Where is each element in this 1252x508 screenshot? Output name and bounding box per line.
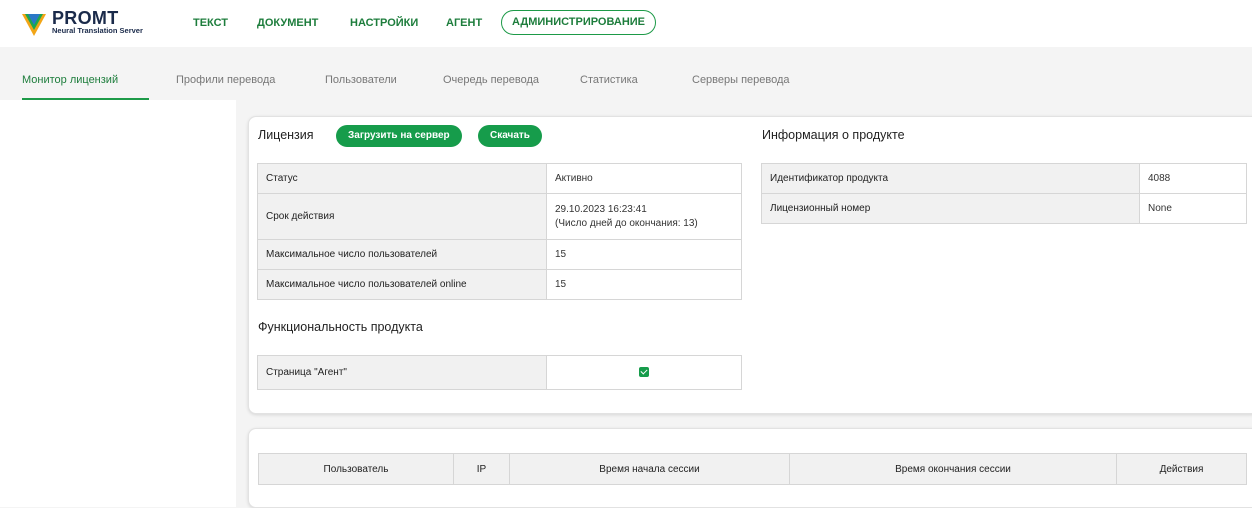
product-info-value: None [1139,193,1247,224]
sessions-header-row: Пользователь IP Время начала сессии Врем… [258,453,1247,485]
product-info-row: Лицензионный номер None [761,193,1247,224]
functionality-table: Страница "Агент" [257,355,742,390]
nav-text[interactable]: ТЕКСТ [193,10,228,36]
brand-subtitle: Neural Translation Server [52,26,143,35]
nav-agent[interactable]: АГЕНТ [446,10,482,36]
nav-administration[interactable]: АДМИНИСТРИРОВАНИЕ [501,10,657,35]
nav-document[interactable]: ДОКУМЕНТ [257,10,318,36]
functionality-row: Страница "Агент" [257,355,742,390]
functionality-title: Функциональность продукта [258,320,423,334]
license-key: Статус [257,163,547,194]
functionality-value [546,355,742,390]
sessions-card: Пользователь IP Время начала сессии Врем… [248,428,1252,508]
functionality-key: Страница "Агент" [257,355,547,390]
product-info-key: Идентификатор продукта [761,163,1140,194]
license-key: Максимальное число пользователей [257,239,547,270]
product-info-value: 4088 [1139,163,1247,194]
admin-tabs: Монитор лицензий Профили перевода Пользо… [0,47,1252,100]
tab-users[interactable]: Пользователи [325,74,397,86]
column-user: Пользователь [258,453,454,485]
license-key: Максимальное число пользователей online [257,269,547,300]
license-value: Активно [546,163,742,194]
column-actions: Действия [1116,453,1247,485]
tab-translation-servers[interactable]: Серверы перевода [692,74,790,86]
license-value: 15 [546,239,742,270]
column-ip: IP [453,453,510,485]
nav-settings[interactable]: НАСТРОЙКИ [350,10,418,36]
days-remaining: (Число дней до окончания: 13) [555,218,698,229]
upload-to-server-button[interactable]: Загрузить на сервер [336,125,462,147]
license-row-max-online: Максимальное число пользователей online … [257,269,742,300]
tab-translation-queue[interactable]: Очередь перевода [443,74,539,86]
download-button[interactable]: Скачать [478,125,542,147]
tab-statistics[interactable]: Статистика [580,74,638,86]
agent-page-checkbox[interactable] [639,367,649,378]
sessions-table: Пользователь IP Время начала сессии Врем… [258,453,1247,485]
promt-logo-icon [22,14,46,36]
column-session-start: Время начала сессии [509,453,790,485]
product-info-title: Информация о продукте [762,128,905,142]
license-value: 29.10.2023 16:23:41 (Число дней до оконч… [546,193,742,240]
top-bar: PROMT Neural Translation Server ТЕКСТ ДО… [0,0,1252,47]
tab-translation-profiles[interactable]: Профили перевода [176,74,275,86]
promt-logo[interactable]: PROMT Neural Translation Server [22,8,172,38]
expiry-date: 29.10.2023 16:23:41 [555,204,647,215]
license-row-expiry: Срок действия 29.10.2023 16:23:41 (Число… [257,193,742,240]
tab-license-monitor[interactable]: Монитор лицензий [22,74,118,86]
product-info-table: Идентификатор продукта 4088 Лицензионный… [761,163,1247,224]
column-session-end: Время окончания сессии [789,453,1117,485]
license-row-status: Статус Активно [257,163,742,194]
product-info-row: Идентификатор продукта 4088 [761,163,1247,194]
license-card: Лицензия Загрузить на сервер Скачать Ста… [248,116,1252,414]
product-info-key: Лицензионный номер [761,193,1140,224]
license-table: Статус Активно Срок действия 29.10.2023 … [257,163,742,300]
license-row-max-users: Максимальное число пользователей 15 [257,239,742,270]
sidebar [0,100,236,507]
license-key: Срок действия [257,193,547,240]
license-title: Лицензия [258,128,314,142]
license-value: 15 [546,269,742,300]
